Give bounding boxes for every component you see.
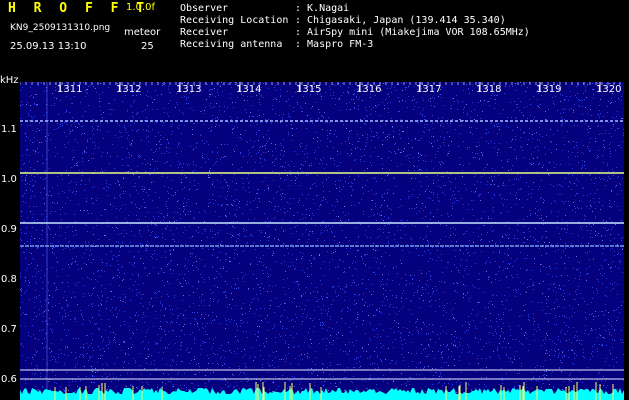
y-axis-unit: kHz xyxy=(0,75,19,86)
location-label: Receiving Location xyxy=(180,15,289,26)
x-tick-label: 1314 xyxy=(236,84,262,95)
x-tick-label: 1319 xyxy=(536,84,562,95)
x-tick-label: 1311 xyxy=(57,84,83,95)
antenna-label: Receiving antenna xyxy=(180,39,283,50)
y-tick-label: 0.9 xyxy=(1,224,17,235)
observer-value: : K.Nagai xyxy=(295,3,350,14)
spectrogram xyxy=(20,82,624,400)
spectrogram-canvas xyxy=(20,82,624,400)
app-version: 1.0.0f xyxy=(126,2,155,13)
x-tick-label: 1320 xyxy=(596,84,622,95)
meteor-label: meteor xyxy=(124,27,161,38)
antenna-value: : Maspro FM-3 xyxy=(295,39,374,50)
receiver-value: : AirSpy mini (Miakejima VOR 108.65MHz) xyxy=(295,27,530,38)
file-name: KN9_2509131310.png xyxy=(10,23,111,33)
y-tick-label: 0.8 xyxy=(1,274,17,285)
x-tick-label: 1316 xyxy=(356,84,382,95)
x-tick-label: 1318 xyxy=(476,84,502,95)
receiver-label: Receiver xyxy=(180,27,229,38)
x-tick-label: 1312 xyxy=(116,84,142,95)
observation-datetime: 25.09.13 13:10 xyxy=(10,41,87,52)
observer-label: Observer xyxy=(180,3,229,14)
meteor-count: 25 xyxy=(141,41,154,52)
bottom-signal-band xyxy=(20,388,624,400)
y-tick-label: 1.1 xyxy=(1,124,17,135)
noise-speckle-bright xyxy=(20,82,624,400)
hrofft-window: H R O F F T 1.0.0f KN9_2509131310.png 25… xyxy=(0,0,629,400)
x-tick-label: 1313 xyxy=(176,84,202,95)
y-tick-label: 0.6 xyxy=(1,374,17,385)
x-tick-label: 1317 xyxy=(416,84,442,95)
location-value: : Chigasaki, Japan (139.414 35.340) xyxy=(295,15,506,26)
x-tick-label: 1315 xyxy=(296,84,322,95)
y-tick-label: 0.7 xyxy=(1,324,17,335)
y-tick-label: 1.0 xyxy=(1,174,17,185)
